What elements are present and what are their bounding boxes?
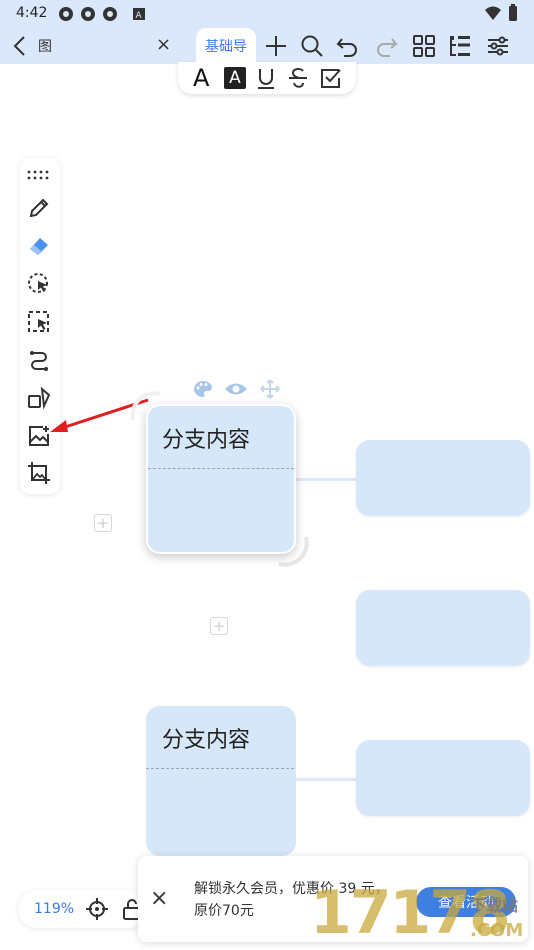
lasso-select-icon[interactable]: [27, 272, 51, 296]
sub-node[interactable]: [356, 740, 530, 816]
branch-line: [296, 778, 356, 781]
selected-branch-node[interactable]: 分支内容: [146, 404, 296, 554]
eye-icon[interactable]: [224, 381, 248, 397]
settings-sliders-icon[interactable]: [486, 34, 510, 58]
app-notification-icon: [58, 6, 118, 22]
add-icon[interactable]: [264, 34, 288, 58]
add-node-button[interactable]: +: [210, 617, 228, 635]
zoom-level[interactable]: 119%: [34, 901, 74, 917]
underline-icon[interactable]: [254, 66, 278, 90]
node-divider: [146, 768, 294, 769]
sub-node[interactable]: [356, 590, 530, 666]
svg-text:A: A: [136, 11, 143, 21]
notification-a-icon: A: [132, 6, 146, 22]
bold-button[interactable]: A: [193, 64, 209, 92]
outline-icon[interactable]: [448, 34, 472, 58]
connector-icon[interactable]: [27, 348, 51, 372]
sub-node[interactable]: [356, 440, 530, 516]
branch-line: [296, 478, 356, 481]
pen-icon[interactable]: [27, 196, 51, 220]
box-select-icon[interactable]: [27, 310, 51, 334]
tab-document-inactive[interactable]: 图 ×: [38, 34, 188, 58]
battery-icon: [508, 4, 518, 22]
palette-icon[interactable]: [192, 379, 214, 399]
status-bar: 4:42 A: [0, 0, 534, 28]
node-title: 分支内容: [162, 728, 251, 753]
branch-node[interactable]: 分支内容: [146, 706, 296, 856]
bottom-controls: 119%: [18, 890, 148, 928]
locate-icon[interactable]: [86, 898, 108, 920]
tab-title: 图: [38, 39, 52, 55]
watermark-domain: .COM: [470, 920, 524, 941]
checkbox-icon[interactable]: [319, 66, 343, 90]
back-arrow-icon[interactable]: [10, 34, 30, 58]
promo-close-icon[interactable]: ×: [150, 886, 168, 911]
move-icon[interactable]: [260, 379, 280, 399]
eraser-icon[interactable]: [27, 234, 51, 258]
drag-handle-icon[interactable]: [27, 170, 51, 180]
status-time: 4:42: [16, 5, 48, 21]
highlight-button[interactable]: A: [224, 67, 246, 89]
undo-icon[interactable]: [336, 34, 360, 58]
tab-active-title: 基础导: [205, 39, 247, 55]
node-divider: [148, 468, 294, 469]
node-title: 分支内容: [162, 428, 251, 453]
tab-close-icon[interactable]: ×: [156, 34, 171, 55]
watermark-site: 下载站: [470, 896, 519, 915]
add-node-button[interactable]: +: [94, 514, 112, 532]
tab-document-active[interactable]: 基础导: [196, 28, 256, 64]
wifi-icon: [484, 5, 502, 21]
layout-grid-icon[interactable]: [412, 34, 436, 58]
search-icon[interactable]: [300, 34, 324, 58]
redo-icon[interactable]: [374, 34, 398, 58]
crop-image-icon[interactable]: [27, 461, 51, 485]
watermark-logo: 17178 下载站 .COM: [310, 876, 534, 950]
strikethrough-icon[interactable]: [286, 66, 310, 90]
